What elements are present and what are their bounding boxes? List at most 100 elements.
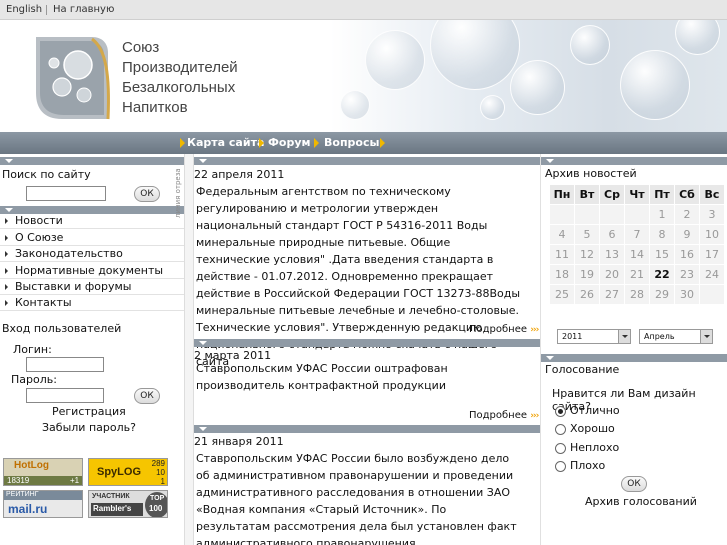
month-select[interactable]: Апрель — [639, 329, 713, 344]
mailru-counter[interactable]: РЕЙТИНГ mail.ru — [3, 490, 83, 518]
poll-radio-good[interactable] — [555, 424, 566, 435]
calendar-day: 28 — [624, 284, 650, 305]
news-column: 22 апреля 2011 Федеральным агентством по… — [194, 154, 540, 545]
calendar-day-today[interactable]: 22 — [649, 264, 675, 285]
bullet-icon — [5, 300, 8, 306]
poll-radio-not-bad[interactable] — [555, 443, 566, 454]
mailru-label: mail.ru — [8, 502, 48, 516]
calendar: Пн Вт Ср Чт Пт Сб Вс 1 2 3 4 5 6 7 8 9 1… — [549, 184, 725, 305]
collapse-icon[interactable] — [5, 159, 13, 163]
news-text: Ставропольским УФАС России было возбужде… — [196, 452, 517, 545]
collapse-icon[interactable] — [199, 159, 207, 163]
bullet-icon — [5, 268, 8, 274]
menu-item-news[interactable]: Новости — [0, 213, 184, 229]
spylog-n1: 289 — [151, 459, 165, 468]
bullet-icon — [5, 218, 8, 224]
login-ok-button[interactable]: ОК — [134, 388, 160, 404]
search-section-bar — [0, 157, 184, 165]
calendar-day: 18 — [549, 264, 575, 285]
forgot-password-link[interactable]: Забыли пароль? — [42, 421, 136, 434]
nav-bar: Карта сайта Форум Вопросы — [0, 132, 727, 154]
triple-arrow-icon: ››› — [530, 325, 539, 335]
nav-questions[interactable]: Вопросы — [324, 136, 379, 149]
poll-ok-button[interactable]: ОК — [621, 476, 647, 492]
nav-arrow-icon — [180, 138, 185, 148]
collapse-icon[interactable] — [199, 341, 207, 345]
spylog-n3: 1 — [160, 477, 165, 486]
calendar-day: 24 — [699, 264, 725, 285]
bullet-icon — [5, 235, 8, 241]
logo-line-1: Союз — [122, 39, 160, 56]
archive-section-bar — [541, 157, 727, 165]
calendar-day: 7 — [624, 224, 650, 245]
poll-radio-excellent[interactable] — [555, 406, 566, 417]
spylog-n2: 10 — [156, 468, 165, 477]
search-ok-button[interactable]: ОК — [134, 186, 160, 202]
menu-item-normative-docs[interactable]: Нормативные документы — [0, 263, 184, 279]
menu-item-contacts[interactable]: Контакты — [0, 295, 184, 311]
nav-sitemap[interactable]: Карта сайта — [187, 136, 264, 149]
hotlog-counter[interactable]: HotLog 18319 +1 — [3, 458, 83, 486]
poll-option-label: Неплохо — [570, 441, 620, 454]
more-label: Подробнее — [469, 410, 528, 421]
poll-option-label: Хорошо — [570, 422, 615, 435]
header-bubbles-image — [330, 20, 727, 132]
collapse-icon[interactable] — [546, 356, 554, 360]
calendar-day — [699, 284, 725, 305]
logo-line-3: Безалкогольных — [122, 79, 236, 96]
menu-item-legislation[interactable]: Законодательство — [0, 246, 184, 262]
poll-radio-bad[interactable] — [555, 461, 566, 472]
archive-title: Архив новостей — [545, 167, 637, 180]
menu-item-about[interactable]: О Союзе — [0, 230, 184, 246]
english-link[interactable]: English — [6, 4, 42, 15]
top-separator — [46, 5, 47, 15]
more-link[interactable]: Подробнее ››› — [469, 324, 539, 335]
register-link[interactable]: Регистрация — [52, 405, 126, 418]
search-title: Поиск по сайту — [2, 168, 91, 181]
calendar-day: 12 — [574, 244, 600, 265]
triple-arrow-icon: ››› — [530, 411, 539, 421]
vertical-strip — [184, 154, 194, 545]
search-input[interactable] — [26, 186, 106, 201]
poll-option-label: Отлично — [570, 404, 620, 417]
rambler-badge-top: TOP — [150, 495, 165, 502]
calendar-day: 15 — [649, 244, 675, 265]
news-section-bar — [194, 157, 540, 165]
news-date: 21 января 2011 — [194, 435, 284, 448]
password-field[interactable] — [26, 388, 104, 403]
poll-archive-link[interactable]: Архив голосований — [585, 495, 697, 508]
nav-arrow-icon — [380, 138, 385, 148]
calendar-day — [599, 204, 625, 225]
home-link[interactable]: На главную — [53, 4, 114, 15]
logo-text: Союз Производителей Безалкогольных Напит… — [122, 38, 238, 118]
spylog-counter[interactable]: SpyLOG 289 10 1 — [88, 458, 168, 486]
calendar-day: 26 — [574, 284, 600, 305]
calendar-day: 21 — [624, 264, 650, 285]
nav-arrow-icon — [314, 138, 319, 148]
logo-icon[interactable] — [32, 35, 118, 121]
calendar-day: 20 — [599, 264, 625, 285]
more-link[interactable]: Подробнее ››› — [469, 410, 539, 421]
month-select-value: Апрель — [644, 332, 675, 341]
calendar-day — [574, 204, 600, 225]
calendar-day: 9 — [674, 224, 700, 245]
rambler-counter[interactable]: УЧАСТНИК Rambler's TOP 100 — [88, 490, 168, 518]
poll-title: Голосование — [545, 363, 620, 376]
login-field[interactable] — [26, 357, 104, 372]
spylog-label: SpyLOG — [97, 466, 142, 478]
nav-forum[interactable]: Форум — [268, 136, 311, 149]
poll-section-bar — [541, 354, 727, 362]
calendar-day: 16 — [674, 244, 700, 265]
calendar-day: 13 — [599, 244, 625, 265]
left-column: Поиск по сайту ОК Новости О Союзе Законо… — [0, 154, 184, 545]
collapse-icon[interactable] — [5, 208, 13, 212]
collapse-icon[interactable] — [199, 427, 207, 431]
password-label: Пароль: — [11, 373, 57, 386]
menu-item-exhibitions[interactable]: Выставки и форумы — [0, 279, 184, 295]
calendar-day: 17 — [699, 244, 725, 265]
calendar-day: 8 — [649, 224, 675, 245]
calendar-day: 5 — [574, 224, 600, 245]
year-select[interactable]: 2011 — [557, 329, 631, 344]
rambler-badge-num: 100 — [149, 504, 163, 513]
collapse-icon[interactable] — [546, 159, 554, 163]
